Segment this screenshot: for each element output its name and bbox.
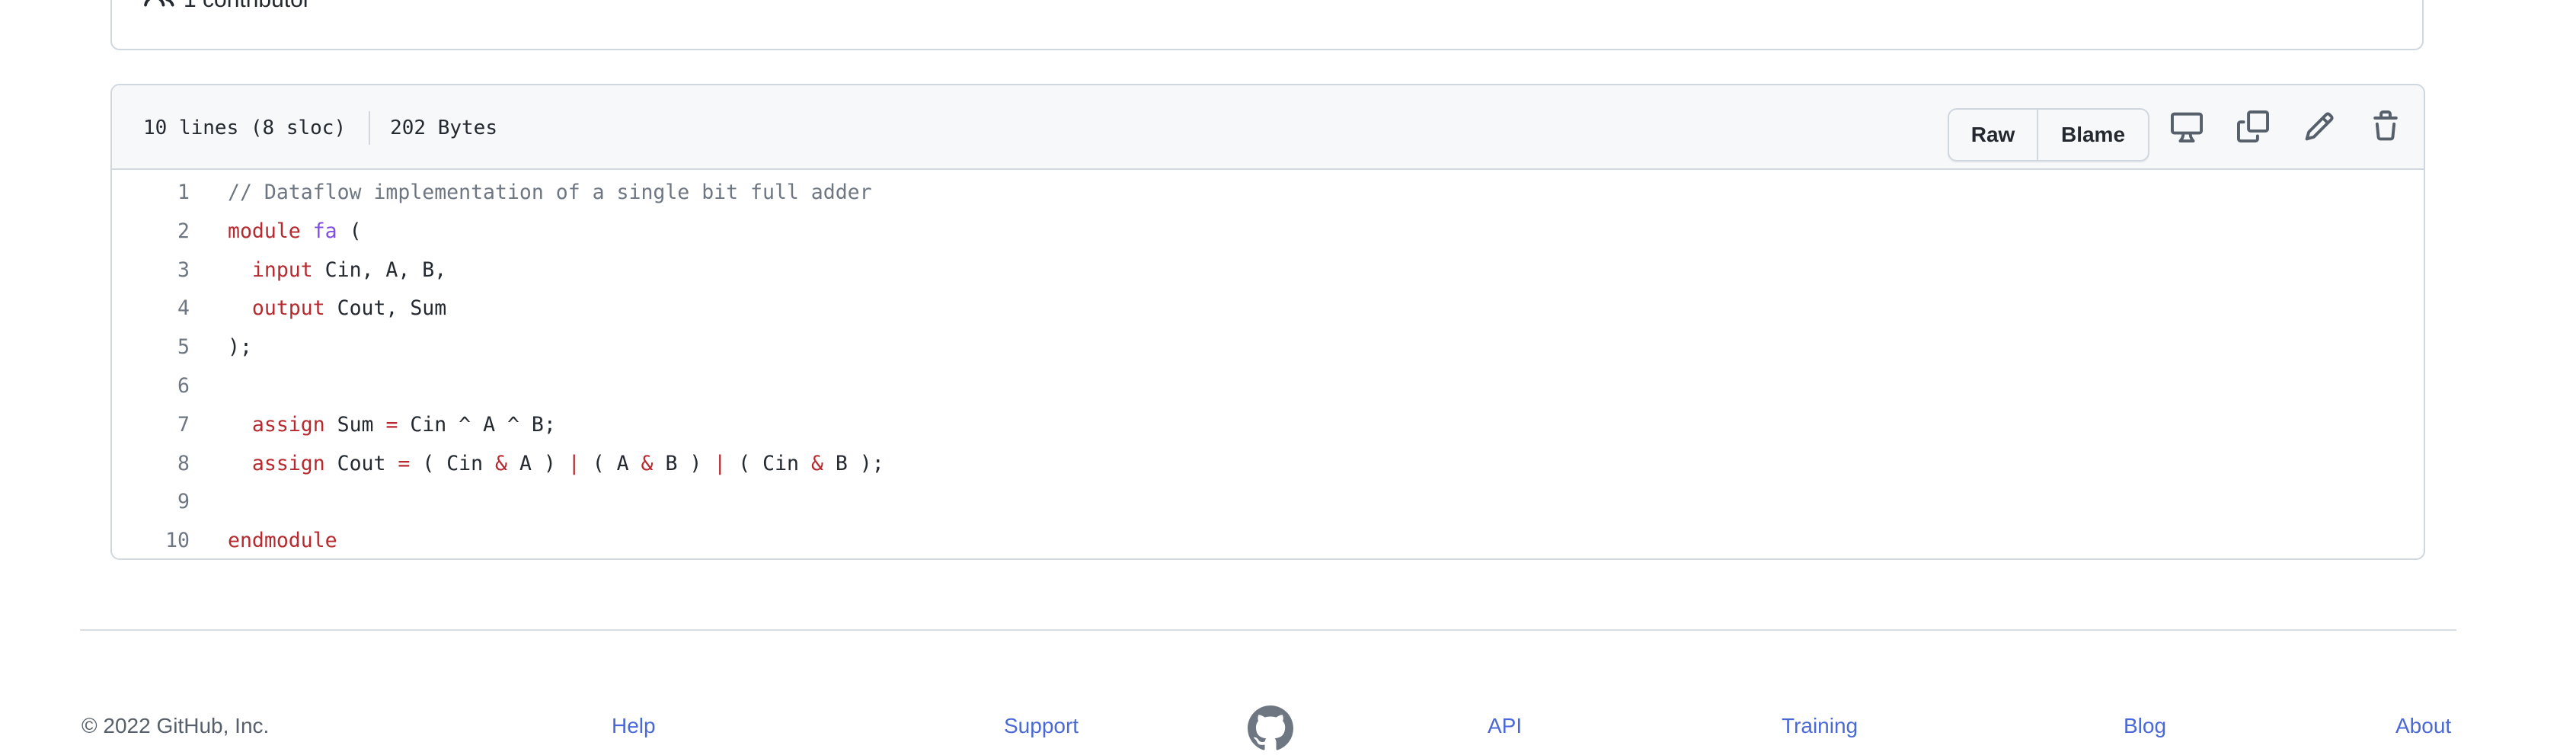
line-number[interactable]: 2 bbox=[112, 213, 190, 251]
code-token-op: & bbox=[810, 451, 823, 475]
code-token-keyword: module bbox=[228, 219, 301, 243]
code-token: ( A bbox=[580, 451, 641, 475]
code-token: ( Cin bbox=[410, 451, 496, 475]
code-line: 3 input Cin, A, B, bbox=[112, 251, 2424, 290]
file-info: 10 lines (8 sloc) 202 Bytes bbox=[143, 85, 497, 170]
code-token: Sum bbox=[324, 412, 386, 437]
code-token-op: & bbox=[495, 451, 508, 475]
line-number[interactable]: 5 bbox=[112, 328, 190, 367]
code-token: A ) bbox=[507, 451, 568, 475]
footer-link-help[interactable]: Help bbox=[612, 712, 656, 741]
code-token: Cout, Sum bbox=[324, 296, 447, 321]
footer-link-support[interactable]: Support bbox=[1004, 712, 1079, 741]
code-token: ); bbox=[228, 335, 252, 360]
footer-link-api[interactable]: API bbox=[1488, 712, 1522, 741]
contributors-box: 1 contributor bbox=[110, 0, 2424, 50]
desktop-icon bbox=[2171, 110, 2203, 146]
trash-icon bbox=[2370, 110, 2402, 146]
info-divider bbox=[369, 110, 371, 145]
line-content: module fa ( bbox=[228, 213, 362, 251]
code-line: 6 bbox=[112, 367, 2424, 406]
code-token-keyword: input bbox=[251, 258, 313, 282]
code-token-keyword: output bbox=[251, 296, 325, 321]
code-token-comment: // Dataflow implementation of a single b… bbox=[228, 181, 872, 204]
line-number[interactable]: 3 bbox=[112, 251, 190, 290]
code-token-entity: fa bbox=[312, 219, 337, 243]
contributors-count: 1 contributor bbox=[184, 0, 311, 13]
code-token: Cin, A, B, bbox=[312, 258, 447, 282]
line-number[interactable]: 6 bbox=[112, 367, 190, 406]
footer-link-training[interactable]: Training bbox=[1782, 712, 1858, 741]
code-token-op: | bbox=[567, 451, 580, 475]
code-token-keyword: assign bbox=[251, 412, 325, 437]
line-content: input Cin, A, B, bbox=[228, 251, 446, 290]
footer-link-about[interactable]: About bbox=[2395, 712, 2451, 741]
code-token: ( Cin bbox=[726, 451, 811, 475]
line-number[interactable]: 4 bbox=[112, 290, 190, 328]
line-content: // Dataflow implementation of a single b… bbox=[228, 174, 872, 213]
github-mark-icon[interactable] bbox=[1248, 705, 1293, 751]
people-icon bbox=[144, 0, 174, 18]
raw-button[interactable]: Raw bbox=[1949, 110, 2038, 160]
code-token-op: | bbox=[714, 451, 727, 475]
pencil-icon bbox=[2303, 110, 2335, 146]
line-number[interactable]: 8 bbox=[112, 445, 190, 484]
code-token: ( bbox=[337, 219, 362, 243]
line-content: assign Sum = Cin ^ A ^ B; bbox=[228, 406, 556, 445]
line-content: ); bbox=[228, 328, 252, 367]
code-line: 5); bbox=[112, 328, 2424, 367]
code-token-keyword: assign bbox=[251, 451, 325, 475]
contributors-row[interactable]: 1 contributor bbox=[144, 0, 311, 15]
line-content: endmodule bbox=[228, 522, 337, 558]
footer-divider bbox=[80, 629, 2456, 631]
code-token: Cout bbox=[324, 451, 398, 475]
line-content: assign Cout = ( Cin & A ) | ( A & B ) | … bbox=[228, 445, 884, 484]
code-line: 4 output Cout, Sum bbox=[112, 290, 2424, 328]
code-line: 2 module fa ( bbox=[112, 213, 2424, 251]
edit-file-button[interactable] bbox=[2303, 111, 2336, 145]
line-number[interactable]: 1 bbox=[112, 174, 190, 213]
code-view: 1 // Dataflow implementation of a single … bbox=[112, 174, 2424, 558]
code-line: 9 bbox=[112, 483, 2424, 522]
code-line: 1 // Dataflow implementation of a single … bbox=[112, 174, 2424, 213]
code-token-op: = bbox=[385, 412, 398, 437]
line-number[interactable]: 9 bbox=[112, 483, 190, 522]
code-token: B ) bbox=[653, 451, 714, 475]
code-token: Cin ^ A ^ B; bbox=[398, 412, 556, 437]
code-token-op: & bbox=[641, 451, 654, 475]
line-content: output Cout, Sum bbox=[228, 290, 446, 328]
line-count: 10 lines (8 sloc) bbox=[143, 116, 347, 139]
copy-raw-button[interactable] bbox=[2236, 110, 2270, 146]
footer-copyright: © 2022 GitHub, Inc. bbox=[81, 714, 270, 737]
code-line: 10 endmodule bbox=[112, 522, 2424, 558]
footer-link-blog[interactable]: Blog bbox=[2124, 712, 2166, 741]
code-token-keyword: endmodule bbox=[228, 529, 337, 553]
code-token-op: = bbox=[398, 451, 411, 475]
delete-file-button[interactable] bbox=[2369, 110, 2402, 146]
code-line: 8 assign Cout = ( Cin & A ) | ( A & B ) … bbox=[112, 445, 2424, 484]
code-token: B ); bbox=[823, 451, 884, 475]
file-viewer: 10 lines (8 sloc) 202 Bytes Raw Blame 1 … bbox=[110, 84, 2425, 560]
open-desktop-button[interactable] bbox=[2170, 111, 2204, 145]
code-line: 7 assign Sum = Cin ^ A ^ B; bbox=[112, 406, 2424, 445]
line-number[interactable]: 7 bbox=[112, 406, 190, 445]
blame-button[interactable]: Blame bbox=[2038, 110, 2148, 160]
copy-icon bbox=[2237, 110, 2269, 146]
line-number[interactable]: 10 bbox=[112, 522, 190, 558]
view-button-group: Raw Blame bbox=[1948, 108, 2149, 162]
file-size: 202 Bytes bbox=[390, 116, 497, 139]
file-header: 10 lines (8 sloc) 202 Bytes Raw Blame bbox=[112, 85, 2424, 170]
